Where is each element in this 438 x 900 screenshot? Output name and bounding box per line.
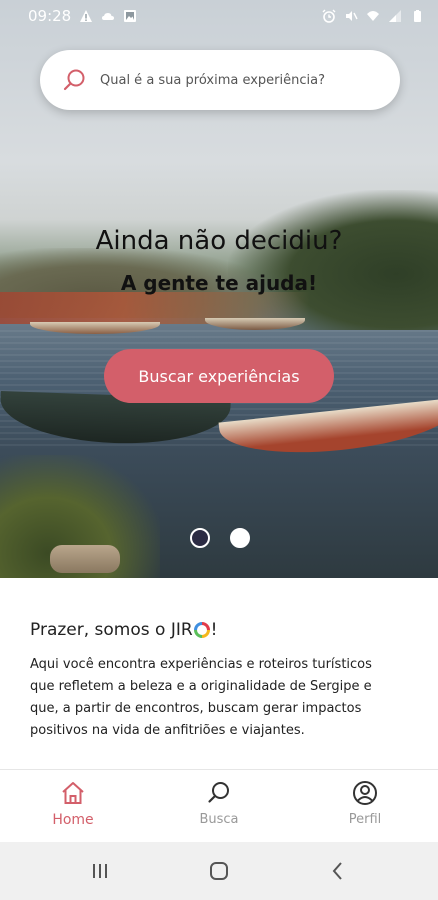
intro-section: Prazer, somos o JIR ! Aqui você encontra… bbox=[30, 620, 400, 742]
hero-log bbox=[50, 545, 120, 573]
intro-title-text: Prazer, somos o JIR bbox=[30, 620, 193, 640]
search-icon bbox=[208, 782, 229, 803]
cloud-icon bbox=[102, 13, 115, 20]
carousel-indicator bbox=[190, 528, 250, 548]
nav-item-home[interactable]: Home bbox=[28, 770, 118, 842]
search-experiences-button[interactable]: Buscar experiências bbox=[104, 349, 334, 403]
intro-title-suffix: ! bbox=[210, 620, 218, 640]
status-right bbox=[322, 9, 424, 23]
signal-icon bbox=[389, 10, 401, 22]
search-icon bbox=[63, 69, 85, 91]
alarm-icon bbox=[322, 9, 336, 23]
status-time: 09:28 bbox=[28, 7, 72, 25]
home-circle-icon bbox=[209, 862, 228, 880]
brand-logo-o-icon bbox=[193, 622, 210, 638]
system-navigation-bar bbox=[0, 842, 438, 900]
nav-item-profile[interactable]: Perfil bbox=[320, 770, 410, 842]
hero-subtitle: A gente te ajuda! bbox=[120, 271, 318, 295]
mute-icon bbox=[346, 11, 358, 21]
image-icon bbox=[124, 10, 137, 22]
back-button[interactable] bbox=[318, 851, 358, 891]
recents-button[interactable] bbox=[80, 851, 120, 891]
intro-title: Prazer, somos o JIR ! bbox=[30, 620, 400, 640]
nav-label-home: Home bbox=[52, 812, 94, 828]
carousel-dot-active[interactable] bbox=[190, 528, 210, 548]
battery-icon bbox=[414, 10, 421, 22]
home-system-button[interactable] bbox=[199, 851, 239, 891]
wifi-icon bbox=[367, 11, 379, 21]
intro-description: Aqui você encontra experiências e roteir… bbox=[30, 657, 372, 738]
status-bar: 09:28 bbox=[0, 0, 438, 32]
warning-icon bbox=[80, 10, 93, 22]
carousel-dot[interactable] bbox=[230, 528, 250, 548]
hero-title: Ainda não decidiu? bbox=[95, 226, 343, 256]
status-left: 09:28 bbox=[28, 7, 137, 25]
nav-label-profile: Perfil bbox=[348, 812, 382, 827]
back-icon bbox=[332, 862, 343, 880]
bottom-navigation: Home Busca Perfil bbox=[0, 769, 438, 842]
nav-label-search: Busca bbox=[199, 812, 239, 827]
search-bar[interactable] bbox=[40, 50, 400, 110]
recents-icon bbox=[92, 864, 107, 878]
nav-item-search[interactable]: Busca bbox=[174, 770, 264, 842]
profile-icon bbox=[353, 781, 377, 805]
search-input[interactable] bbox=[100, 72, 370, 88]
home-icon bbox=[62, 782, 84, 804]
